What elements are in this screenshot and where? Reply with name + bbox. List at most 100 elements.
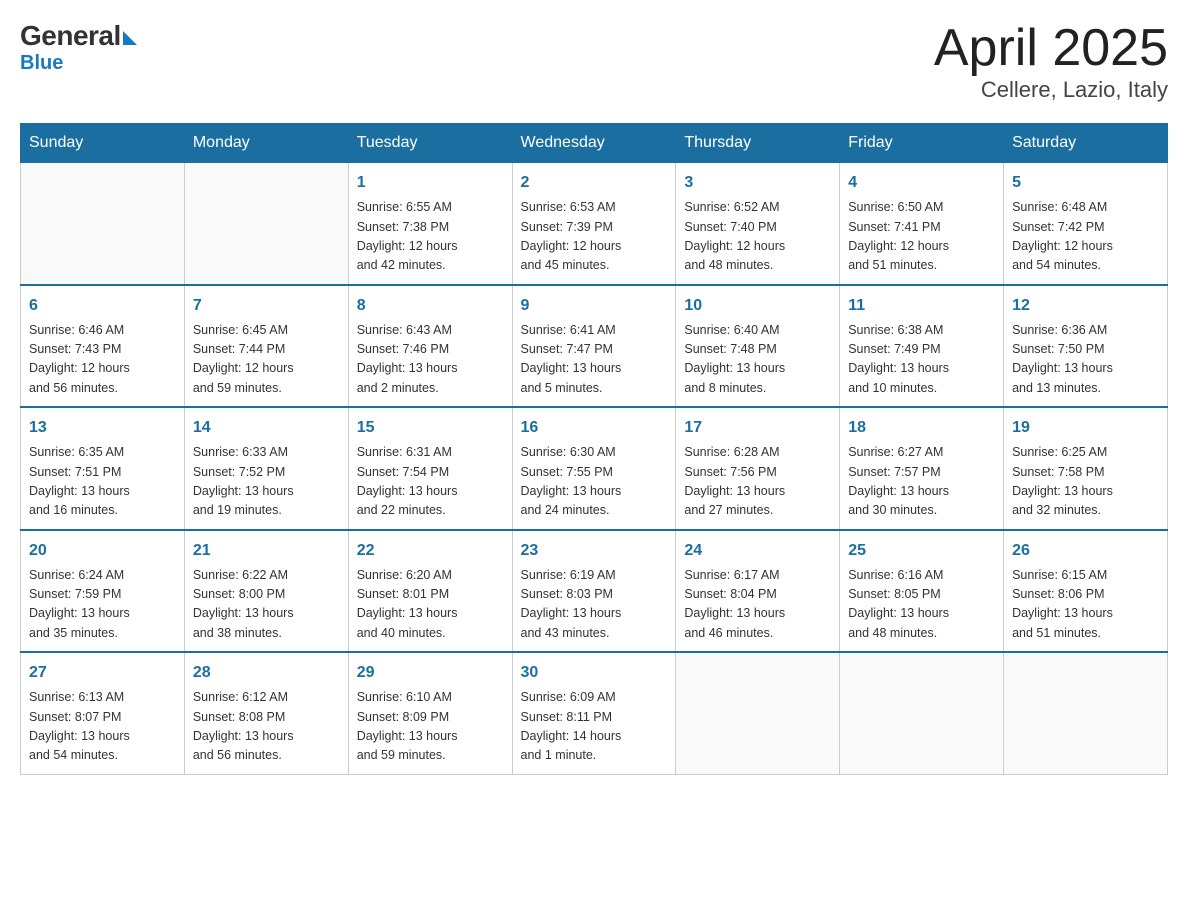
day-info: Sunrise: 6:38 AM Sunset: 7:49 PM Dayligh… [848, 321, 995, 399]
page-header: General Blue April 2025 Cellere, Lazio, … [20, 20, 1168, 103]
table-row: 25Sunrise: 6:16 AM Sunset: 8:05 PM Dayli… [840, 530, 1004, 653]
day-info: Sunrise: 6:15 AM Sunset: 8:06 PM Dayligh… [1012, 566, 1159, 644]
day-number: 18 [848, 416, 995, 440]
calendar-week-row: 13 Sunrise: 6:35 AM Sunset: 7:51 PM Dayli… [21, 407, 1168, 530]
day-info: Sunrise: 6:35 AM Sunset: 7:51 PM Dayligh… [29, 443, 176, 521]
day-number: 2 [521, 171, 668, 195]
day-number: 29 [357, 661, 504, 685]
logo-arrow-icon [123, 31, 137, 45]
day-number: 21 [193, 539, 340, 563]
day-number: 14 [193, 416, 340, 440]
day-number: 3 [684, 171, 831, 195]
day-number: 17 [684, 416, 831, 440]
day-number: 13 [29, 416, 176, 440]
table-row [676, 652, 840, 774]
table-row: 10 Sunrise: 6:40 AM Sunset: 7:48 PM Dayli… [676, 285, 840, 408]
day-info: Sunrise: 6:48 AM Sunset: 7:42 PM Dayligh… [1012, 198, 1159, 276]
calendar-header-row: Sunday Monday Tuesday Wednesday Thursday… [21, 124, 1168, 163]
table-row: 9 Sunrise: 6:41 AM Sunset: 7:47 PM Daylig… [512, 285, 676, 408]
day-info: Sunrise: 6:53 AM Sunset: 7:39 PM Dayligh… [521, 198, 668, 276]
table-row [1004, 652, 1168, 774]
table-row: 5 Sunrise: 6:48 AM Sunset: 7:42 PM Daylig… [1004, 163, 1168, 285]
day-number: 8 [357, 294, 504, 318]
day-info: Sunrise: 6:12 AM Sunset: 8:08 PM Dayligh… [193, 688, 340, 766]
table-row: 14 Sunrise: 6:33 AM Sunset: 7:52 PM Dayli… [184, 407, 348, 530]
day-info: Sunrise: 6:36 AM Sunset: 7:50 PM Dayligh… [1012, 321, 1159, 399]
col-wednesday: Wednesday [512, 124, 676, 163]
table-row: 29 Sunrise: 6:10 AM Sunset: 8:09 PM Dayli… [348, 652, 512, 774]
day-info: Sunrise: 6:31 AM Sunset: 7:54 PM Dayligh… [357, 443, 504, 521]
col-thursday: Thursday [676, 124, 840, 163]
table-row: 26 Sunrise: 6:15 AM Sunset: 8:06 PM Dayli… [1004, 530, 1168, 653]
calendar-week-row: 20Sunrise: 6:24 AM Sunset: 7:59 PM Dayli… [21, 530, 1168, 653]
logo-blue-text: Blue [20, 52, 63, 75]
table-row [184, 163, 348, 285]
table-row: 27Sunrise: 6:13 AM Sunset: 8:07 PM Dayli… [21, 652, 185, 774]
logo: General Blue [20, 20, 137, 75]
table-row: 17Sunrise: 6:28 AM Sunset: 7:56 PM Dayli… [676, 407, 840, 530]
day-info: Sunrise: 6:09 AM Sunset: 8:11 PM Dayligh… [521, 688, 668, 766]
table-row: 7 Sunrise: 6:45 AM Sunset: 7:44 PM Daylig… [184, 285, 348, 408]
table-row: 16 Sunrise: 6:30 AM Sunset: 7:55 PM Dayli… [512, 407, 676, 530]
table-row: 1 Sunrise: 6:55 AM Sunset: 7:38 PM Daylig… [348, 163, 512, 285]
day-info: Sunrise: 6:45 AM Sunset: 7:44 PM Dayligh… [193, 321, 340, 399]
table-row: 24Sunrise: 6:17 AM Sunset: 8:04 PM Dayli… [676, 530, 840, 653]
day-number: 12 [1012, 294, 1159, 318]
day-number: 22 [357, 539, 504, 563]
day-number: 28 [193, 661, 340, 685]
table-row: 15 Sunrise: 6:31 AM Sunset: 7:54 PM Dayli… [348, 407, 512, 530]
day-info: Sunrise: 6:46 AM Sunset: 7:43 PM Dayligh… [29, 321, 176, 399]
day-number: 19 [1012, 416, 1159, 440]
day-number: 1 [357, 171, 504, 195]
table-row [21, 163, 185, 285]
table-row: 3Sunrise: 6:52 AM Sunset: 7:40 PM Daylig… [676, 163, 840, 285]
day-info: Sunrise: 6:16 AM Sunset: 8:05 PM Dayligh… [848, 566, 995, 644]
calendar-table: Sunday Monday Tuesday Wednesday Thursday… [20, 123, 1168, 775]
table-row: 21Sunrise: 6:22 AM Sunset: 8:00 PM Dayli… [184, 530, 348, 653]
day-number: 9 [521, 294, 668, 318]
month-title: April 2025 [934, 20, 1168, 77]
day-number: 4 [848, 171, 995, 195]
table-row: 28 Sunrise: 6:12 AM Sunset: 8:08 PM Dayli… [184, 652, 348, 774]
day-info: Sunrise: 6:40 AM Sunset: 7:48 PM Dayligh… [684, 321, 831, 399]
table-row: 8 Sunrise: 6:43 AM Sunset: 7:46 PM Daylig… [348, 285, 512, 408]
table-row: 30 Sunrise: 6:09 AM Sunset: 8:11 PM Dayli… [512, 652, 676, 774]
table-row [840, 652, 1004, 774]
table-row: 19Sunrise: 6:25 AM Sunset: 7:58 PM Dayli… [1004, 407, 1168, 530]
col-saturday: Saturday [1004, 124, 1168, 163]
day-info: Sunrise: 6:55 AM Sunset: 7:38 PM Dayligh… [357, 198, 504, 276]
title-block: April 2025 Cellere, Lazio, Italy [934, 20, 1168, 103]
day-number: 30 [521, 661, 668, 685]
day-number: 11 [848, 294, 995, 318]
day-info: Sunrise: 6:30 AM Sunset: 7:55 PM Dayligh… [521, 443, 668, 521]
day-info: Sunrise: 6:10 AM Sunset: 8:09 PM Dayligh… [357, 688, 504, 766]
day-info: Sunrise: 6:41 AM Sunset: 7:47 PM Dayligh… [521, 321, 668, 399]
day-number: 5 [1012, 171, 1159, 195]
day-number: 15 [357, 416, 504, 440]
table-row: 18Sunrise: 6:27 AM Sunset: 7:57 PM Dayli… [840, 407, 1004, 530]
day-number: 6 [29, 294, 176, 318]
table-row: 23Sunrise: 6:19 AM Sunset: 8:03 PM Dayli… [512, 530, 676, 653]
table-row: 20Sunrise: 6:24 AM Sunset: 7:59 PM Dayli… [21, 530, 185, 653]
day-info: Sunrise: 6:43 AM Sunset: 7:46 PM Dayligh… [357, 321, 504, 399]
table-row: 13 Sunrise: 6:35 AM Sunset: 7:51 PM Dayli… [21, 407, 185, 530]
day-number: 26 [1012, 539, 1159, 563]
day-info: Sunrise: 6:24 AM Sunset: 7:59 PM Dayligh… [29, 566, 176, 644]
day-number: 10 [684, 294, 831, 318]
day-info: Sunrise: 6:20 AM Sunset: 8:01 PM Dayligh… [357, 566, 504, 644]
day-number: 23 [521, 539, 668, 563]
location-title: Cellere, Lazio, Italy [934, 77, 1168, 103]
col-sunday: Sunday [21, 124, 185, 163]
day-number: 16 [521, 416, 668, 440]
day-info: Sunrise: 6:17 AM Sunset: 8:04 PM Dayligh… [684, 566, 831, 644]
table-row: 12 Sunrise: 6:36 AM Sunset: 7:50 PM Dayli… [1004, 285, 1168, 408]
table-row: 6 Sunrise: 6:46 AM Sunset: 7:43 PM Daylig… [21, 285, 185, 408]
calendar-week-row: 27Sunrise: 6:13 AM Sunset: 8:07 PM Dayli… [21, 652, 1168, 774]
day-number: 7 [193, 294, 340, 318]
calendar-week-row: 6 Sunrise: 6:46 AM Sunset: 7:43 PM Daylig… [21, 285, 1168, 408]
day-info: Sunrise: 6:50 AM Sunset: 7:41 PM Dayligh… [848, 198, 995, 276]
col-tuesday: Tuesday [348, 124, 512, 163]
day-info: Sunrise: 6:33 AM Sunset: 7:52 PM Dayligh… [193, 443, 340, 521]
day-number: 27 [29, 661, 176, 685]
calendar-week-row: 1 Sunrise: 6:55 AM Sunset: 7:38 PM Daylig… [21, 163, 1168, 285]
